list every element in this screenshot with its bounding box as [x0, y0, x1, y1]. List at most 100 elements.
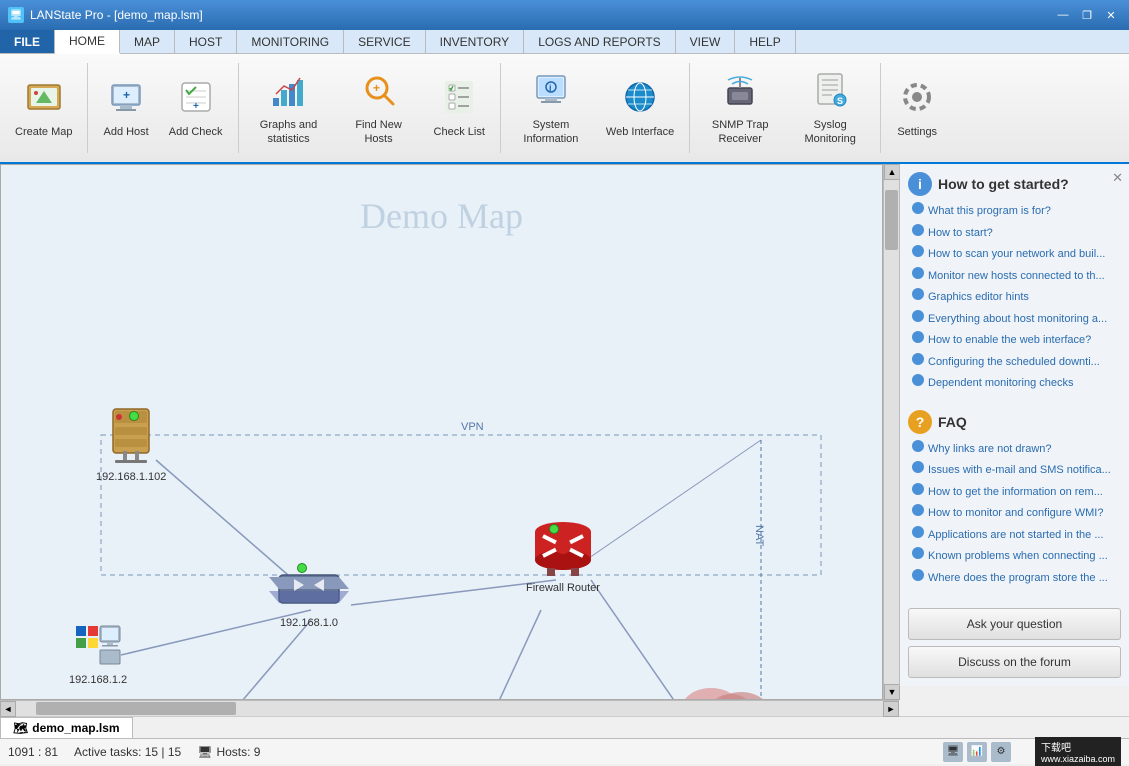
- ribbon-tab-row: FILE HOME MAP HOST MONITORING SERVICE IN…: [0, 30, 1129, 54]
- ask-question-button[interactable]: Ask your question: [908, 608, 1121, 640]
- snmp-icon: [720, 70, 760, 115]
- window-title: LANState Pro - [demo_map.lsm]: [30, 8, 203, 22]
- tab-host[interactable]: HOST: [175, 30, 237, 53]
- ribbon-content: Create Map + Add Host: [0, 54, 1129, 162]
- link-monitoring[interactable]: Everything about host monitoring a...: [908, 308, 1121, 330]
- tab-view[interactable]: VIEW: [676, 30, 736, 53]
- web-interface-icon: [620, 77, 660, 122]
- tab-service[interactable]: SERVICE: [344, 30, 425, 53]
- faq-link-6[interactable]: Known problems when connecting ...: [908, 545, 1121, 567]
- add-host-icon: +: [106, 77, 146, 122]
- sep1: [87, 63, 88, 153]
- tab-demo-map[interactable]: 🗺 demo_map.lsm: [0, 717, 133, 738]
- help-panel-content: ✕ i How to get started? What this progra…: [899, 164, 1129, 686]
- create-map-button[interactable]: Create Map: [6, 58, 81, 158]
- link-monitor-new[interactable]: Monitor new hosts connected to th...: [908, 265, 1121, 287]
- scroll-thumb-v[interactable]: [885, 190, 898, 250]
- tab-home[interactable]: HOME: [55, 30, 120, 54]
- link-web[interactable]: How to enable the web interface?: [908, 329, 1121, 351]
- check-list-icon: [439, 77, 479, 122]
- hosts-item: 🖥 Hosts: 9: [197, 745, 260, 759]
- router-label: 192.168.1.0: [280, 617, 338, 629]
- faq-link-4[interactable]: How to monitor and configure WMI?: [908, 502, 1121, 524]
- add-check-icon: +: [176, 77, 216, 122]
- main-area: Demo Map VPN NAT: [0, 164, 1129, 716]
- map-panel: Demo Map VPN NAT: [0, 164, 899, 716]
- link-graphics[interactable]: Graphics editor hints: [908, 286, 1121, 308]
- tab-icon: 🗺: [13, 721, 28, 735]
- status-bar: 1091 : 81 Active tasks: 15 | 15 🖥 Hosts:…: [0, 738, 1129, 764]
- tab-monitoring[interactable]: MONITORING: [237, 30, 344, 53]
- horizontal-scrollbar[interactable]: ◄ ►: [0, 700, 899, 716]
- tab-inventory[interactable]: INVENTORY: [426, 30, 525, 53]
- link-scan[interactable]: How to scan your network and buil...: [908, 243, 1121, 265]
- scroll-track-h[interactable]: [16, 701, 883, 716]
- tab-logs[interactable]: LOGS AND REPORTS: [524, 30, 675, 53]
- internet-svg: [646, 670, 786, 700]
- map-canvas[interactable]: Demo Map VPN NAT: [0, 164, 883, 700]
- svg-text:+: +: [373, 81, 380, 95]
- syslog-button[interactable]: S Syslog Monitoring: [786, 58, 874, 158]
- faq-link-2[interactable]: Issues with e-mail and SMS notifica...: [908, 459, 1121, 481]
- tab-help[interactable]: HELP: [735, 30, 795, 53]
- watermark-subtext: www.xiazaiba.com: [1041, 754, 1115, 764]
- title-bar-controls[interactable]: — ❐ ✕: [1053, 5, 1121, 25]
- status-icon-2: 📊: [967, 742, 987, 762]
- link-scheduled[interactable]: Configuring the scheduled downti...: [908, 351, 1121, 373]
- scroll-right-button[interactable]: ►: [883, 701, 899, 717]
- scroll-up-button[interactable]: ▲: [884, 164, 900, 180]
- web-interface-button[interactable]: Web Interface: [597, 58, 683, 158]
- link-dependent[interactable]: Dependent monitoring checks: [908, 372, 1121, 394]
- discuss-forum-button[interactable]: Discuss on the forum: [908, 646, 1121, 678]
- close-button[interactable]: ✕: [1101, 5, 1121, 25]
- coordinates-item: 1091 : 81: [8, 745, 58, 759]
- system-info-button[interactable]: i System Information: [507, 58, 595, 158]
- settings-icon: [897, 77, 937, 122]
- tabs-bar: 🗺 demo_map.lsm: [0, 716, 1129, 738]
- watermark-text: 下载吧: [1041, 739, 1115, 754]
- find-new-button[interactable]: + Find New Hosts: [335, 58, 423, 158]
- status-dot-router: [297, 563, 307, 573]
- status-icon-3: ⚙: [991, 742, 1011, 762]
- node-internet[interactable]: INTERNET: [646, 670, 786, 700]
- graphs-label: Graphs and statistics: [254, 119, 324, 145]
- panel-buttons: Ask your question Discuss on the forum: [908, 608, 1121, 678]
- ribbon: FILE HOME MAP HOST MONITORING SERVICE IN…: [0, 30, 1129, 164]
- syslog-label: Syslog Monitoring: [795, 119, 865, 145]
- scroll-track-v[interactable]: [884, 180, 899, 684]
- tab-file[interactable]: FILE: [0, 30, 55, 53]
- node-firewall[interactable]: Firewall Router: [526, 520, 600, 594]
- scroll-thumb-h[interactable]: [36, 702, 236, 715]
- minimize-button[interactable]: —: [1053, 5, 1073, 25]
- scroll-down-button[interactable]: ▼: [884, 684, 900, 700]
- add-host-button[interactable]: + Add Host: [94, 58, 157, 158]
- syslog-icon: S: [810, 70, 850, 115]
- app-icon: 🖥: [8, 7, 24, 23]
- panel-close-button[interactable]: ✕: [1112, 170, 1123, 186]
- faq-link-5[interactable]: Applications are not started in the ...: [908, 524, 1121, 546]
- node-server[interactable]: 192.168.1.102: [96, 405, 166, 483]
- node-router[interactable]: 192.168.1.0: [269, 555, 349, 629]
- node-pc1[interactable]: 192.168.1.2: [69, 620, 127, 686]
- snmp-button[interactable]: SNMP Trap Receiver: [696, 58, 784, 158]
- scroll-left-button[interactable]: ◄: [0, 701, 16, 717]
- hosts-icon: 🖥: [197, 745, 212, 759]
- find-new-icon: +: [359, 70, 399, 115]
- link-how-start[interactable]: How to start?: [908, 222, 1121, 244]
- faq-link-3[interactable]: How to get the information on rem...: [908, 481, 1121, 503]
- faq-link-1[interactable]: Why links are not drawn?: [908, 438, 1121, 460]
- firewall-svg: [529, 520, 597, 580]
- add-check-button[interactable]: + Add Check: [160, 58, 232, 158]
- settings-label: Settings: [897, 126, 937, 139]
- faq-icon: ?: [908, 410, 932, 434]
- tab-map[interactable]: MAP: [120, 30, 175, 53]
- graphs-icon: [269, 70, 309, 115]
- vertical-scrollbar[interactable]: ▲ ▼: [883, 164, 899, 700]
- faq-link-7[interactable]: Where does the program store the ...: [908, 567, 1121, 589]
- check-list-label: Check List: [434, 126, 485, 139]
- graphs-button[interactable]: Graphs and statistics: [245, 58, 333, 158]
- link-what-is[interactable]: What this program is for?: [908, 200, 1121, 222]
- settings-button[interactable]: Settings: [887, 58, 947, 158]
- restore-button[interactable]: ❐: [1077, 5, 1097, 25]
- check-list-button[interactable]: Check List: [425, 58, 494, 158]
